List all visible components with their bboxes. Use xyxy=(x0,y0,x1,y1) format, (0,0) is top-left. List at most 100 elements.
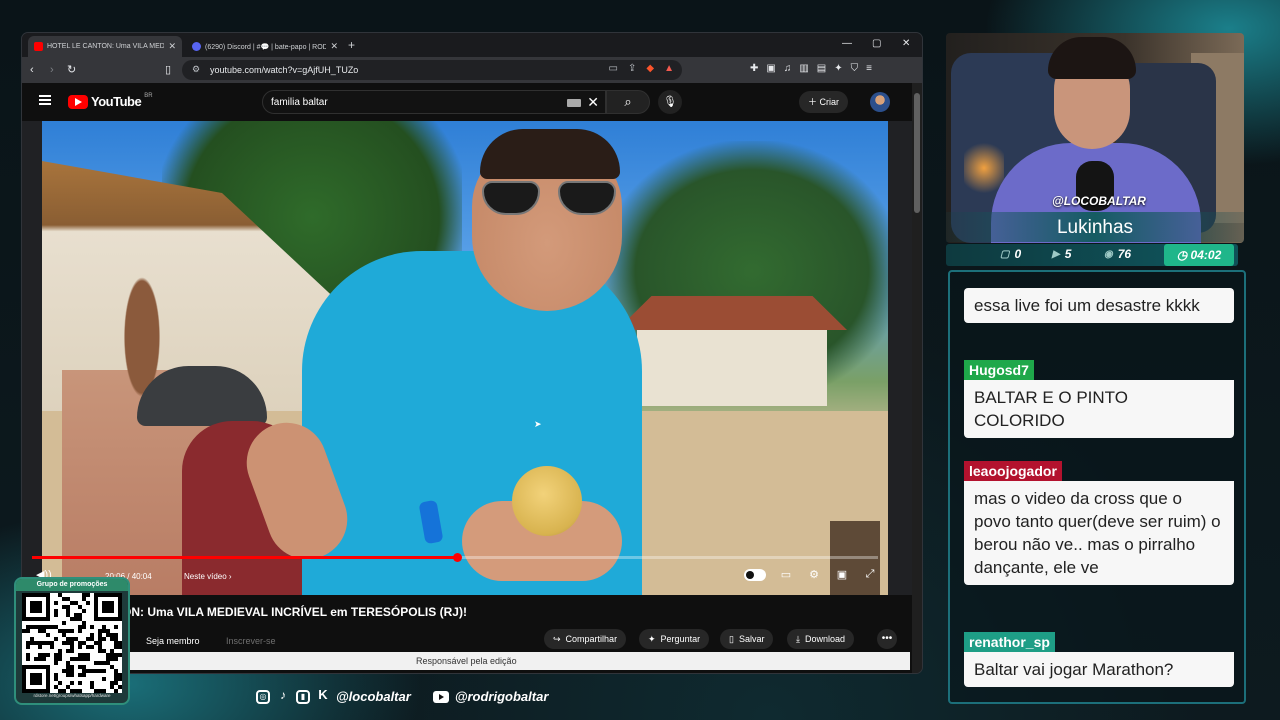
search-input[interactable]: familia baltar ✕ xyxy=(262,90,606,114)
share-icon[interactable]: ⇪ xyxy=(628,63,636,74)
back-icon[interactable]: ‹ xyxy=(30,63,34,77)
mouse-cursor-icon: ➤ xyxy=(534,419,542,429)
tab-strip: HOTEL LE CANTON: Uma VILA MED ✕ (6290) D… xyxy=(22,33,922,57)
tab-discord[interactable]: (6290) Discord | #💬 | bate-papo | RODRIG… xyxy=(186,36,344,57)
create-label: Criar xyxy=(819,97,840,107)
fullscreen-icon[interactable]: ⤢ xyxy=(862,568,878,581)
reload-icon[interactable]: ↻ xyxy=(67,63,76,77)
site-settings-icon[interactable]: ⚙ xyxy=(192,64,200,75)
stat-viewers-value: 76 xyxy=(1117,247,1132,261)
tab-title: (6290) Discord | #💬 | bate-papo | RODRIG… xyxy=(205,43,327,51)
social-handles: ◎ ♪ ▮ K @locobaltar @rodrigobaltar xyxy=(256,686,564,704)
address-bar[interactable]: ⚙ youtube.com/watch?v=gAjfUH_TUZo ▭ ⇪ ◆ … xyxy=(182,60,682,80)
share-label: Compartilhar xyxy=(565,634,618,644)
close-tab-icon[interactable]: ✕ xyxy=(330,41,338,52)
voice-search-button[interactable]: 🎙 xyxy=(658,90,682,114)
mic-icon: 🎙 xyxy=(663,96,677,108)
ai-icon[interactable]: ✦ xyxy=(834,63,842,74)
share-button[interactable]: ↪ Compartilhar xyxy=(544,629,627,649)
tab-youtube[interactable]: HOTEL LE CANTON: Uma VILA MED ✕ xyxy=(28,36,182,57)
chapter-button[interactable]: Neste vídeo › xyxy=(184,572,232,581)
region-label: BR xyxy=(144,92,153,99)
search-query[interactable]: familia baltar xyxy=(271,97,328,108)
viewers-icon: ◉ xyxy=(1104,248,1113,260)
keyboard-icon[interactable] xyxy=(567,99,581,107)
stat-viewers: ◉ 76 xyxy=(1104,247,1131,261)
wallet-icon[interactable]: ▤ xyxy=(817,63,826,74)
clear-search-icon[interactable]: ✕ xyxy=(587,94,599,111)
search-button[interactable]: ⌕ xyxy=(606,90,650,114)
chat-username: Hugosd7 xyxy=(964,360,1034,380)
music-icon[interactable]: ♫ xyxy=(784,63,792,74)
minimize-button[interactable]: — xyxy=(842,38,852,49)
save-label: Salvar xyxy=(738,634,765,644)
progress-fill xyxy=(32,556,457,559)
new-tab-button[interactable]: + xyxy=(348,38,355,52)
streamer-display-name: Lukinhas xyxy=(1056,217,1134,238)
progress-scrubber[interactable] xyxy=(452,553,462,562)
menu-icon[interactable]: ≡ xyxy=(866,63,872,74)
forward-icon[interactable]: › xyxy=(50,63,54,77)
url-text[interactable]: youtube.com/watch?v=gAjfUH_TUZo xyxy=(210,65,358,75)
bookmark-icon[interactable]: ▯ xyxy=(165,63,171,77)
sparkle-icon: ✦ xyxy=(648,634,656,644)
qr-url: rdstore.net/groups/whatsapp/hardware xyxy=(33,693,111,698)
subscribe-button[interactable]: Inscrever-se xyxy=(226,636,276,646)
edit-banner: Responsável pela edição xyxy=(130,652,910,670)
join-button[interactable]: Seja membro xyxy=(146,636,200,646)
video-title: ON: Uma VILA MEDIEVAL INCRÍVEL em TERESÓ… xyxy=(122,605,467,619)
autoplay-toggle[interactable] xyxy=(744,568,766,581)
search-icon: ⌕ xyxy=(624,94,632,109)
settings-icon[interactable]: ⚙ xyxy=(806,568,822,581)
chat-message: essa live foi um desastre kkkk xyxy=(964,288,1234,323)
chat-message-text: BALTAR E O PINTO COLORIDO xyxy=(964,380,1234,438)
chat-username: leaoojogador xyxy=(964,461,1062,481)
discord-favicon-icon xyxy=(192,42,201,51)
chat-panel: essa live foi um desastre kkkk Hugosd7 B… xyxy=(948,270,1246,704)
subtitles-icon[interactable]: ▭ xyxy=(778,568,794,581)
rewards-icon[interactable]: ▲ xyxy=(664,63,674,74)
chat-message-text: mas o video da cross que o povo tanto qu… xyxy=(964,481,1234,585)
chat-message: leaoojogador mas o video da cross que o … xyxy=(964,461,1234,585)
video-player[interactable]: ➤ xyxy=(42,121,888,595)
brave-shield-icon[interactable]: ◆ xyxy=(646,63,654,74)
close-tab-icon[interactable]: ✕ xyxy=(168,41,176,52)
maximize-button[interactable]: ▢ xyxy=(872,38,881,49)
progress-bar[interactable] xyxy=(32,553,878,562)
scrollbar-thumb[interactable] xyxy=(914,93,920,213)
chapter-label: Neste vídeo xyxy=(184,572,227,581)
page-scrollbar[interactable] xyxy=(912,83,922,673)
install-icon[interactable]: ▭ xyxy=(609,63,618,74)
youtube-icon xyxy=(432,690,449,703)
video-frame-hair xyxy=(480,129,620,179)
extension-icon[interactable]: ✚ xyxy=(750,63,758,74)
screenshot-icon[interactable]: ▣ xyxy=(766,63,775,74)
more-actions-button[interactable]: ••• xyxy=(877,629,897,649)
timer-value: 04:02 xyxy=(1190,248,1222,262)
miniplayer-icon[interactable]: ▣ xyxy=(834,568,850,581)
youtube-header: YouTube BR familia baltar ✕ ⌕ 🎙 ＋ Criar xyxy=(22,83,912,121)
player-controls: ◀)) 20:06 / 40:04 Neste vídeo › ▭ ⚙ ▣ ⤢ xyxy=(22,565,922,589)
create-button[interactable]: ＋ Criar xyxy=(799,91,849,113)
video-icon: ▶ xyxy=(1052,248,1060,260)
qr-code xyxy=(22,593,122,693)
tiktok-icon: ♪ xyxy=(280,687,286,702)
sidebar-icon[interactable]: ▥ xyxy=(799,63,808,74)
handle-locobaltar: @locobaltar xyxy=(336,689,411,704)
stat-video-value: 5 xyxy=(1064,247,1072,261)
download-button[interactable]: ⤓ Download xyxy=(787,629,855,649)
chat-message-text: Baltar vai jogar Marathon? xyxy=(964,652,1234,687)
share-icon: ↪ xyxy=(553,634,561,644)
close-window-button[interactable]: ✕ xyxy=(902,38,910,49)
kick-icon: K xyxy=(318,686,328,702)
plus-icon: ＋ xyxy=(808,97,820,107)
ask-button[interactable]: ✦ Perguntar xyxy=(639,629,710,649)
twitch-icon: ▮ xyxy=(296,689,310,704)
handle-rodrigobaltar: @rodrigobaltar xyxy=(454,689,549,704)
save-button[interactable]: ▯ Salvar xyxy=(720,629,774,649)
avatar[interactable] xyxy=(870,92,890,112)
video-frame-pavilion xyxy=(617,296,847,406)
youtube-logo[interactable]: YouTube BR xyxy=(68,92,153,109)
hamburger-icon[interactable] xyxy=(39,95,51,105)
vpn-icon[interactable]: ⛉ xyxy=(851,63,859,74)
